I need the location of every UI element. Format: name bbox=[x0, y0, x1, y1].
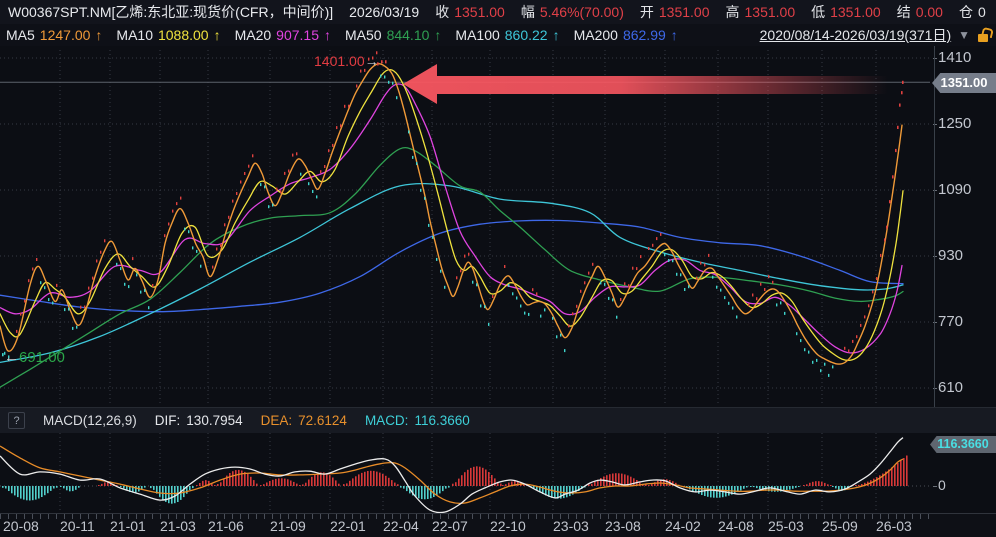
up-arrow-icon: ↑ bbox=[553, 27, 560, 43]
macd-zero-label: 0 bbox=[938, 477, 946, 493]
chevron-down-icon[interactable]: ▼ bbox=[958, 28, 970, 42]
x-axis: 20-08 20-11 21-01 21-03 21-06 21-09 22-01 22-04… bbox=[0, 513, 996, 537]
up-arrow-icon: ↑ bbox=[671, 27, 678, 43]
y-axis-label: 1090 bbox=[938, 181, 971, 199]
x-axis-label: 22-04 bbox=[383, 518, 419, 534]
x-axis-label: 21-06 bbox=[208, 518, 244, 534]
red-arrow-annotation bbox=[403, 64, 888, 104]
up-arrow-icon: ↑ bbox=[434, 27, 441, 43]
macd-reading: MACD:116.3660 bbox=[365, 413, 470, 428]
x-axis-label: 22-10 bbox=[490, 518, 526, 534]
price-chart-canvas[interactable] bbox=[0, 46, 996, 407]
x-axis-label: 21-01 bbox=[110, 518, 146, 534]
peak-price-annotation: 1401.00→ bbox=[314, 53, 379, 69]
up-arrow-icon: ↑ bbox=[95, 27, 102, 43]
x-axis-label: 25-09 bbox=[822, 518, 858, 534]
field-high: 高1351.00 bbox=[726, 2, 796, 22]
ma50-reading: MA50844.10↑ bbox=[345, 27, 441, 43]
x-axis-label: 24-08 bbox=[718, 518, 754, 534]
top-info-bar: W00367SPT.NM[乙烯:东北亚:现货价(CFR，中间价)] 2026/0… bbox=[0, 0, 996, 24]
x-axis-label: 25-03 bbox=[768, 518, 804, 534]
main-price-chart[interactable]: 1401.00→ ←691.00 1351.00 1410 1250 1090 930… bbox=[0, 46, 996, 407]
up-arrow-icon: ↑ bbox=[324, 27, 331, 43]
left-arrow-icon: ← bbox=[4, 349, 19, 366]
macd-pane[interactable]: 116.3660 0 bbox=[0, 433, 996, 513]
macd-indicator-row: ? MACD(12,26,9) DIF:130.7954 DEA:72.6124… bbox=[0, 407, 996, 433]
ma10-reading: MA101088.00↑ bbox=[116, 27, 220, 43]
dif-reading: DIF:130.7954 bbox=[155, 413, 243, 428]
macd-canvas[interactable] bbox=[0, 433, 996, 513]
right-arrow-icon: → bbox=[365, 53, 379, 69]
field-change: 幅5.46%(70.00) bbox=[521, 2, 624, 22]
ma-indicator-row: MA51247.00↑ MA101088.00↑ MA20907.15↑ MA5… bbox=[0, 24, 996, 46]
y-axis-label: 610 bbox=[938, 379, 963, 397]
ma20-reading: MA20907.15↑ bbox=[235, 27, 331, 43]
x-axis-label: 26-03 bbox=[876, 518, 912, 534]
x-axis-label: 20-08 bbox=[3, 518, 39, 534]
x-axis-label: 22-01 bbox=[330, 518, 366, 534]
ma5-reading: MA51247.00↑ bbox=[6, 27, 102, 43]
y-axis-label: 770 bbox=[938, 313, 963, 331]
first-price-annotation: ←691.00 bbox=[4, 349, 65, 366]
field-open: 开1351.00 bbox=[640, 2, 710, 22]
x-axis-label: 23-03 bbox=[553, 518, 589, 534]
field-low: 低1351.00 bbox=[811, 2, 881, 22]
date-range-selector[interactable]: 2020/08/14-2026/03/19(371日) bbox=[760, 25, 951, 45]
ma200-reading: MA200862.99↑ bbox=[574, 27, 678, 43]
macd-value-badge: 116.3660 bbox=[930, 436, 996, 453]
x-axis-label: 23-08 bbox=[605, 518, 641, 534]
x-axis-label: 24-02 bbox=[665, 518, 701, 534]
unlock-icon[interactable] bbox=[977, 28, 990, 43]
macd-params: MACD(12,26,9) bbox=[43, 413, 137, 428]
y-axis-label: 1410 bbox=[938, 49, 971, 67]
dea-reading: DEA:72.6124 bbox=[261, 413, 347, 428]
quote-date: 2026/03/19 bbox=[349, 4, 419, 20]
y-axis-label: 930 bbox=[938, 247, 963, 265]
ma100-reading: MA100860.22↑ bbox=[455, 27, 559, 43]
x-axis-label: 20-11 bbox=[60, 518, 95, 534]
x-axis-label: 21-03 bbox=[160, 518, 196, 534]
help-icon[interactable]: ? bbox=[8, 412, 25, 429]
trading-app-window: { "window": { "title": "W00367SPT.NM[乙烯:… bbox=[0, 0, 996, 536]
up-arrow-icon: ↑ bbox=[214, 27, 221, 43]
instrument-title: W00367SPT.NM[乙烯:东北亚:现货价(CFR，中间价)] bbox=[8, 2, 333, 22]
x-axis-label: 21-09 bbox=[270, 518, 306, 534]
field-settle: 结0.00 bbox=[897, 2, 943, 22]
y-axis-label: 1250 bbox=[938, 115, 971, 133]
close-price-badge: 1351.00 bbox=[932, 73, 996, 93]
field-open-interest: 仓0 bbox=[959, 2, 986, 22]
x-axis-label: 22-07 bbox=[432, 518, 468, 534]
field-close: 收1351.00 bbox=[435, 2, 505, 22]
